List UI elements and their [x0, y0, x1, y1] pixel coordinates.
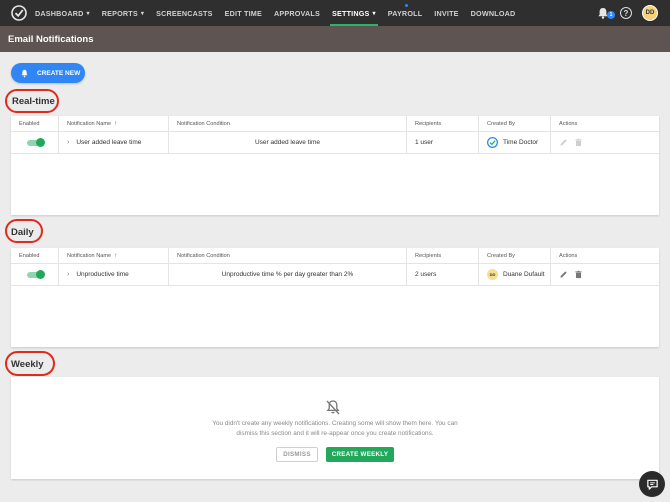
nav-download[interactable]: DOWNLOAD — [471, 0, 516, 26]
weekly-empty-panel: You didn't create any weekly notificatio… — [11, 377, 659, 479]
table-row: › Unproductive time Unproductive time % p… — [11, 264, 659, 286]
highlight-ring — [5, 219, 43, 243]
sort-up-icon: ↑ — [114, 252, 118, 259]
page-title: Email Notifications — [8, 33, 94, 45]
nav-payroll[interactable]: PAYROLL — [388, 0, 423, 26]
col-enabled: Enabled — [11, 248, 59, 263]
top-nav: DASHBOARD ▾ REPORTS ▾ SCREENCASTS EDIT TIM… — [0, 0, 670, 26]
table-header: Enabled Notification Name ↑ Notification … — [11, 248, 659, 264]
create-new-label: CREATE NEW — [37, 69, 81, 77]
recipients[interactable]: 1 user — [407, 132, 479, 153]
nav-edit-time[interactable]: EDIT TIME — [225, 0, 262, 26]
expand-chevron-icon[interactable]: › — [67, 271, 69, 278]
col-created-by: Created By — [479, 248, 551, 263]
nav-settings[interactable]: SETTINGS ▾ — [329, 0, 378, 26]
page-header: Email Notifications — [0, 26, 670, 52]
notification-name: User added leave time — [76, 139, 142, 146]
col-created-by: Created By — [479, 116, 551, 131]
col-condition: Notification Condition — [169, 116, 407, 131]
edit-icon[interactable] — [559, 270, 568, 279]
col-actions: Actions — [559, 120, 578, 127]
user-avatar[interactable]: DD — [642, 5, 658, 21]
chat-icon — [646, 479, 658, 490]
highlight-ring — [5, 351, 55, 376]
nav-invite[interactable]: INVITE — [434, 0, 458, 26]
notification-condition: User added leave time — [169, 132, 407, 153]
recipients[interactable]: 2 users — [407, 264, 479, 285]
col-name[interactable]: Notification Name ↑ — [59, 116, 169, 131]
enabled-toggle[interactable] — [27, 137, 45, 147]
time-doctor-icon — [487, 137, 498, 148]
col-actions: Actions — [559, 252, 578, 259]
create-weekly-button[interactable]: CREATE WEEKLY — [326, 447, 394, 462]
delete-icon[interactable] — [574, 138, 583, 147]
nav-reports[interactable]: REPORTS ▾ — [102, 0, 144, 26]
delete-icon[interactable] — [574, 270, 583, 279]
col-name[interactable]: Notification Name ↑ — [59, 248, 169, 263]
notification-condition: Unproductive time % per day greater than… — [169, 264, 407, 285]
bell-off-icon — [326, 400, 340, 415]
nav-screencasts[interactable]: SCREENCASTS — [156, 0, 213, 26]
created-by-name: Duane Dufault — [503, 271, 545, 278]
table-row: › User added leave time User added leave … — [11, 132, 659, 154]
chevron-down-icon: ▾ — [140, 10, 145, 17]
bell-plus-icon — [21, 69, 28, 77]
col-recipients: Recipients — [407, 116, 479, 131]
weekly-empty-message: You didn't create any weekly notificatio… — [212, 420, 458, 437]
notifications-button[interactable]: 1 — [596, 6, 615, 20]
col-recipients: Recipients — [407, 248, 479, 263]
help-icon[interactable]: ? — [620, 7, 632, 19]
col-condition: Notification Condition — [169, 248, 407, 263]
table-header: Enabled Notification Name ↑ Notification … — [11, 116, 659, 132]
chevron-down-icon: ▾ — [86, 10, 90, 17]
expand-chevron-icon[interactable]: › — [67, 139, 69, 146]
col-enabled: Enabled — [11, 116, 59, 131]
new-indicator-dot — [405, 4, 409, 7]
daily-table: Enabled Notification Name ↑ Notification … — [11, 248, 659, 347]
notification-name: Unproductive time — [76, 271, 129, 278]
nav-approvals[interactable]: APPROVALS — [274, 0, 320, 26]
created-by-name: Time Doctor — [503, 139, 539, 146]
realtime-table: Enabled Notification Name ↑ Notification … — [11, 116, 659, 215]
dismiss-button[interactable]: DISMISS — [276, 447, 318, 462]
chevron-down-icon: ▾ — [372, 10, 376, 17]
creator-avatar: DD — [487, 269, 498, 280]
nav-dashboard[interactable]: DASHBOARD ▾ — [35, 0, 90, 26]
enabled-toggle[interactable] — [27, 269, 45, 279]
nav-right-tools: 1 ? DD — [596, 0, 658, 26]
highlight-ring — [5, 89, 59, 113]
notification-count-badge: 1 — [607, 11, 615, 19]
edit-icon[interactable] — [559, 138, 568, 147]
time-doctor-logo-icon[interactable] — [11, 5, 27, 21]
sort-up-icon: ↑ — [114, 120, 118, 127]
chat-button[interactable] — [639, 471, 665, 497]
create-new-button[interactable]: CREATE NEW — [11, 63, 85, 83]
